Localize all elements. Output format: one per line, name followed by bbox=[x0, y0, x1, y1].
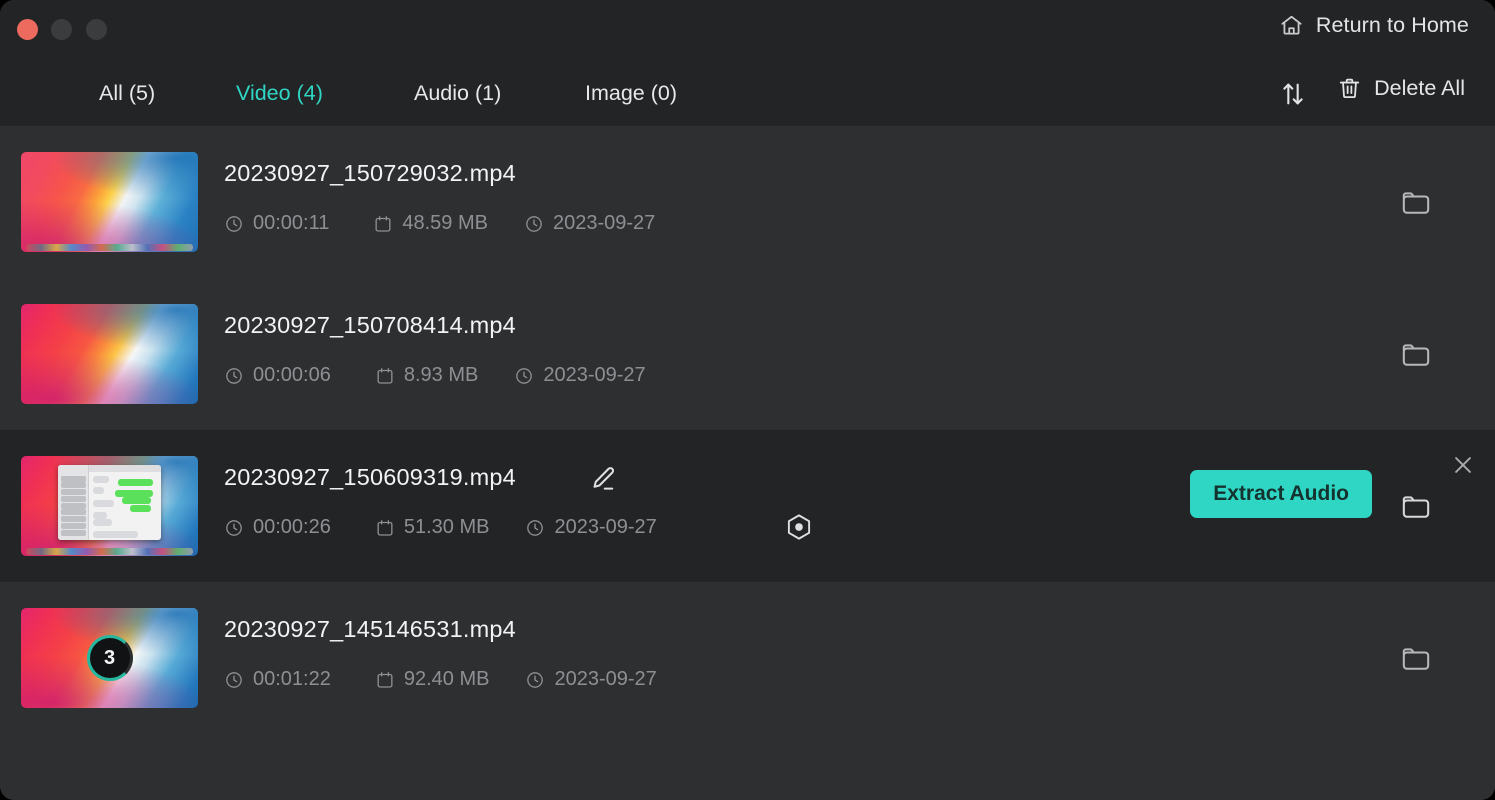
clock-icon bbox=[224, 214, 244, 234]
close-icon[interactable] bbox=[1450, 452, 1476, 478]
window-minimize-button[interactable] bbox=[51, 19, 72, 40]
duration-cell: 00:00:26 bbox=[224, 516, 331, 539]
table-row[interactable]: 20230927_150708414.mp4 00:00:06 8.93 MB … bbox=[0, 278, 1495, 430]
file-name: 20230927_150729032.mp4 bbox=[224, 160, 516, 186]
file-name: 20230927_145146531.mp4 bbox=[224, 616, 516, 642]
date-cell: 2023-09-27 bbox=[525, 668, 657, 691]
countdown-badge: 3 bbox=[86, 635, 133, 681]
table-row[interactable]: 3 20230927_145146531.mp4 00:01:22 92.40 … bbox=[0, 582, 1495, 734]
duration-value: 00:01:22 bbox=[253, 668, 331, 690]
hex-settings-icon[interactable] bbox=[784, 512, 814, 542]
duration-cell: 00:00:06 bbox=[224, 364, 331, 387]
tab-all[interactable]: All (5) bbox=[99, 60, 155, 126]
file-meta: 00:00:11 48.59 MB 2023-09-27 bbox=[224, 212, 655, 235]
date-cell: 2023-09-27 bbox=[525, 516, 657, 539]
calendar-icon bbox=[373, 214, 393, 234]
duration-value: 00:00:11 bbox=[253, 212, 330, 234]
table-row[interactable]: 20230927_150729032.mp4 00:00:11 48.59 MB… bbox=[0, 126, 1495, 278]
tab-video-label: Video (4) bbox=[236, 80, 323, 105]
clock-icon bbox=[224, 670, 244, 690]
folder-icon[interactable] bbox=[1399, 642, 1433, 676]
thumbnail[interactable] bbox=[21, 152, 198, 252]
size-cell: 8.93 MB bbox=[375, 364, 478, 387]
table-row[interactable]: 20230927_150609319.mp4 00:00:26 51.30 MB… bbox=[0, 430, 1495, 582]
return-to-home-button[interactable]: Return to Home bbox=[1279, 13, 1469, 38]
file-name: 20230927_150609319.mp4 bbox=[224, 464, 516, 490]
clock-icon bbox=[524, 214, 544, 234]
clock-icon bbox=[224, 518, 244, 538]
folder-icon[interactable] bbox=[1399, 186, 1433, 220]
title-bar: Return to Home bbox=[0, 0, 1495, 60]
file-list[interactable]: 20230927_150729032.mp4 00:00:11 48.59 MB… bbox=[0, 126, 1495, 800]
date-cell: 2023-09-27 bbox=[514, 364, 646, 387]
countdown-value: 3 bbox=[103, 646, 116, 669]
window-close-button[interactable] bbox=[17, 19, 38, 40]
date-value: 2023-09-27 bbox=[543, 364, 646, 386]
calendar-icon bbox=[375, 670, 395, 690]
folder-icon[interactable] bbox=[1399, 490, 1433, 524]
date-cell: 2023-09-27 bbox=[524, 212, 655, 235]
window-zoom-button[interactable] bbox=[86, 19, 107, 40]
trash-icon bbox=[1337, 76, 1362, 101]
tab-image-label: Image (0) bbox=[585, 80, 678, 105]
file-meta: 00:00:26 51.30 MB 2023-09-27 bbox=[224, 516, 657, 539]
file-name: 20230927_150708414.mp4 bbox=[224, 312, 516, 338]
duration-cell: 00:00:11 bbox=[224, 212, 329, 235]
toolbar: All (5) Video (4) Audio (1) Image (0) De… bbox=[0, 60, 1495, 126]
pencil-edit-icon[interactable] bbox=[588, 464, 618, 494]
tab-audio-label: Audio (1) bbox=[414, 80, 502, 105]
delete-all-label: Delete All bbox=[1374, 76, 1465, 100]
home-icon bbox=[1279, 13, 1304, 38]
thumbnail[interactable] bbox=[21, 304, 198, 404]
clock-icon bbox=[525, 670, 545, 690]
clock-icon bbox=[224, 366, 244, 386]
size-cell: 92.40 MB bbox=[375, 668, 490, 691]
calendar-icon bbox=[375, 518, 395, 538]
sort-arrows-icon bbox=[1279, 80, 1307, 108]
file-meta: 00:01:22 92.40 MB 2023-09-27 bbox=[224, 668, 657, 691]
tab-all-label: All (5) bbox=[99, 80, 156, 105]
date-value: 2023-09-27 bbox=[554, 668, 657, 690]
clock-icon bbox=[514, 366, 534, 386]
delete-all-button[interactable]: Delete All bbox=[1337, 76, 1465, 101]
date-value: 2023-09-27 bbox=[554, 516, 657, 538]
thumbnail[interactable] bbox=[21, 456, 198, 556]
size-cell: 51.30 MB bbox=[375, 516, 490, 539]
calendar-icon bbox=[375, 366, 395, 386]
size-cell: 48.59 MB bbox=[373, 212, 488, 235]
thumbnail[interactable]: 3 bbox=[21, 608, 198, 708]
tab-audio[interactable]: Audio (1) bbox=[414, 60, 501, 126]
app-window: Return to Home All (5) Video (4) Audio (… bbox=[0, 0, 1495, 800]
return-to-home-label: Return to Home bbox=[1315, 13, 1469, 37]
date-value: 2023-09-27 bbox=[552, 212, 656, 234]
tab-video[interactable]: Video (4) bbox=[236, 60, 323, 126]
folder-icon[interactable] bbox=[1399, 338, 1433, 372]
file-meta: 00:00:06 8.93 MB 2023-09-27 bbox=[224, 364, 646, 387]
size-value: 48.59 MB bbox=[402, 212, 488, 234]
sort-button[interactable] bbox=[1276, 77, 1310, 111]
size-value: 8.93 MB bbox=[403, 364, 479, 386]
duration-value: 00:00:26 bbox=[253, 516, 331, 538]
duration-value: 00:00:06 bbox=[253, 364, 331, 386]
extract-audio-button[interactable]: Extract Audio bbox=[1190, 470, 1372, 518]
duration-cell: 00:01:22 bbox=[224, 668, 331, 691]
clock-icon bbox=[525, 518, 545, 538]
tab-image[interactable]: Image (0) bbox=[585, 60, 677, 126]
size-value: 92.40 MB bbox=[403, 668, 490, 690]
size-value: 51.30 MB bbox=[403, 516, 490, 538]
